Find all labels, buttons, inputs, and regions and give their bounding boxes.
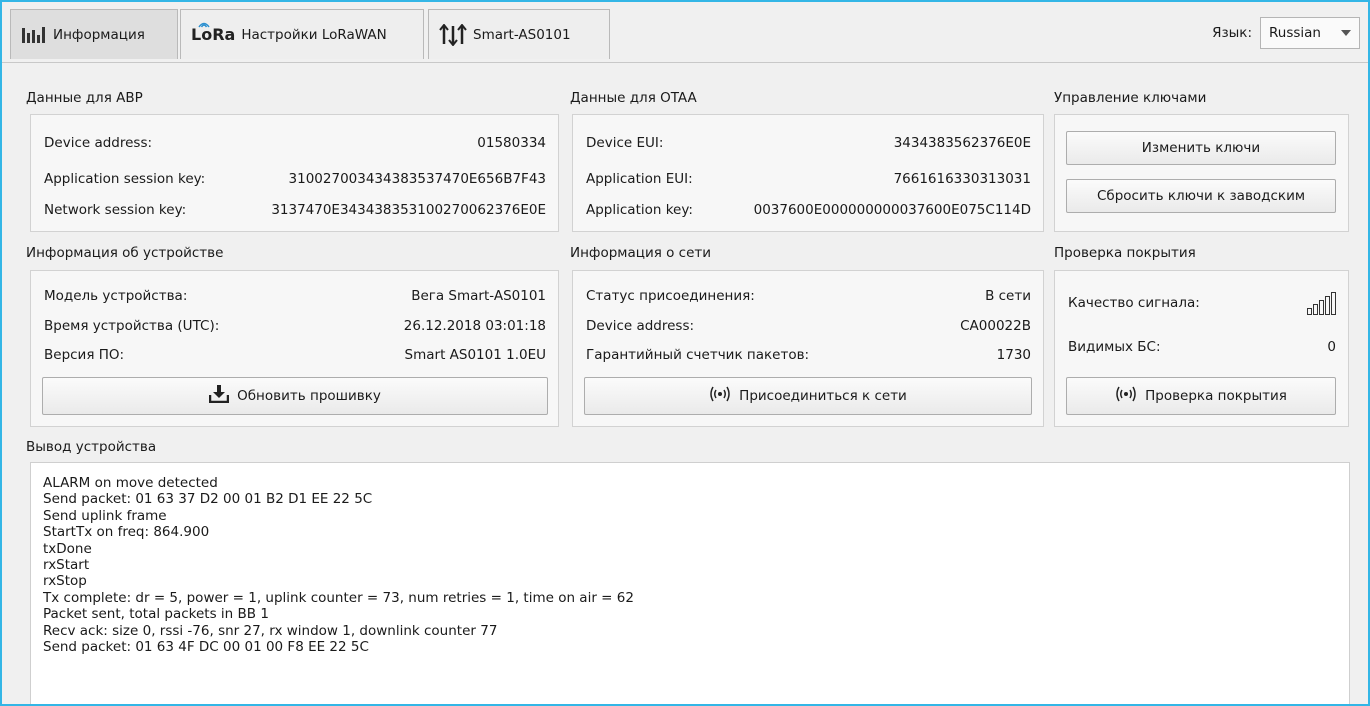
- coverage-check-button[interactable]: Проверка покрытия: [1066, 377, 1336, 415]
- language-value: Russian: [1269, 25, 1321, 41]
- otaa-title: Данные для OTAA: [570, 90, 697, 106]
- update-firmware-button[interactable]: Обновить прошивку: [42, 377, 548, 415]
- log-line: Send packet: 01 63 4F DC 00 01 00 F8 EE …: [43, 639, 369, 656]
- log-line: Send uplink frame: [43, 507, 167, 524]
- lora-logo-icon: LoRa: [191, 22, 235, 44]
- otaa-value: 0037600E000000000037600E075C114D: [753, 202, 1031, 218]
- visible-bs-row: Видимых БС: 0: [1055, 339, 1348, 355]
- device-output-log[interactable]: ALARM on move detected Send packet: 01 6…: [30, 462, 1350, 704]
- network-info-panel: Статус присоединения: В сети Device addr…: [572, 270, 1044, 427]
- otaa-label: Device EUI:: [586, 135, 664, 151]
- visible-bs-label: Видимых БС:: [1068, 339, 1161, 355]
- network-info-label: Статус присоединения:: [586, 288, 755, 304]
- reset-keys-button[interactable]: Сбросить ключи к заводским: [1066, 179, 1336, 213]
- language-label: Язык:: [1212, 25, 1252, 41]
- network-info-row: Гарантийный счетчик пакетов: 1730: [573, 347, 1043, 363]
- output-title: Вывод устройства: [26, 439, 157, 455]
- device-info-value: Smart AS0101 1.0EU: [404, 347, 546, 363]
- device-info-row: Версия ПО: Smart AS0101 1.0EU: [31, 347, 558, 363]
- app-window: Информация LoRa Настройки LoRaWAN Smart-…: [0, 0, 1370, 706]
- device-info-label: Модель устройства:: [44, 288, 188, 304]
- update-firmware-label: Обновить прошивку: [237, 388, 381, 404]
- chevron-down-icon: [1341, 30, 1351, 36]
- reset-keys-label: Сбросить ключи к заводским: [1096, 188, 1306, 204]
- abp-label: Network session key:: [44, 202, 187, 218]
- abp-row: Device address: 01580334: [31, 135, 558, 151]
- log-line: Send packet: 01 63 37 D2 00 01 B2 D1 EE …: [43, 491, 373, 508]
- network-info-row: Device address: CA00022B: [573, 318, 1043, 334]
- broadcast-icon: [1115, 386, 1137, 406]
- tab-information-label: Информация: [53, 26, 145, 43]
- signal-row: Качество сигнала:: [1055, 291, 1348, 315]
- language-dropdown[interactable]: Russian: [1260, 17, 1360, 49]
- signal-quality-label: Качество сигнала:: [1068, 295, 1200, 311]
- abp-label: Device address:: [44, 135, 153, 151]
- network-info-value: CA00022B: [960, 318, 1031, 334]
- otaa-value: 3434383562376E0E: [893, 135, 1031, 151]
- device-info-row: Модель устройства: Вега Smart-AS0101: [31, 288, 558, 304]
- abp-row: Network session key: 3137470E34343835310…: [31, 202, 558, 218]
- keys-title: Управление ключами: [1054, 90, 1207, 106]
- network-info-row: Статус присоединения: В сети: [573, 288, 1043, 304]
- tab-information[interactable]: Информация: [10, 9, 178, 59]
- log-line: txDone: [43, 540, 92, 557]
- log-line: rxStart: [43, 557, 90, 574]
- otaa-row: Device EUI: 3434383562376E0E: [573, 135, 1043, 151]
- coverage-title: Проверка покрытия: [1054, 245, 1196, 261]
- device-info-label: Версия ПО:: [44, 347, 125, 363]
- device-info-label: Время устройства (UTC):: [44, 318, 220, 334]
- network-info-label: Device address:: [586, 318, 695, 334]
- broadcast-icon: [709, 386, 731, 406]
- tab-smart-label: Smart-AS0101: [473, 26, 571, 43]
- change-keys-button[interactable]: Изменить ключи: [1066, 131, 1336, 165]
- otaa-value: 7661616330313031: [893, 171, 1031, 187]
- coverage-check-label: Проверка покрытия: [1145, 388, 1287, 404]
- language-selector: Язык: Russian: [1212, 16, 1360, 50]
- visible-bs-value: 0: [1327, 339, 1336, 355]
- network-info-title: Информация о сети: [570, 245, 712, 261]
- abp-panel: Device address: 01580334 Application ses…: [30, 114, 559, 232]
- change-keys-label: Изменить ключи: [1141, 140, 1261, 156]
- log-line: Packet sent, total packets in BB 1: [43, 606, 269, 623]
- abp-value: 310027003434383537470E656B7F43: [288, 171, 546, 187]
- network-info-label: Гарантийный счетчик пакетов:: [586, 347, 810, 363]
- device-info-row: Время устройства (UTC): 26.12.2018 03:01…: [31, 318, 558, 334]
- keys-panel: Изменить ключи Сбросить ключи к заводски…: [1054, 114, 1349, 232]
- device-info-value: Вега Smart-AS0101: [411, 288, 546, 304]
- device-info-title: Информация об устройстве: [26, 245, 224, 261]
- log-line: rxStop: [43, 573, 87, 590]
- coverage-panel: Качество сигнала: Видимых БС: 0 Проверка…: [1054, 270, 1349, 427]
- network-info-value: В сети: [985, 288, 1031, 304]
- signal-strength-icon: [1307, 291, 1336, 315]
- join-network-button[interactable]: Присоединиться к сети: [584, 377, 1032, 415]
- bar-chart-icon: [21, 25, 47, 45]
- log-line: Recv ack: size 0, rssi -76, snr 27, rx w…: [43, 622, 498, 639]
- abp-row: Application session key: 310027003434383…: [31, 171, 558, 187]
- abp-title: Данные для ABP: [26, 90, 143, 106]
- otaa-row: Application EUI: 7661616330313031: [573, 171, 1043, 187]
- device-info-value: 26.12.2018 03:01:18: [403, 318, 546, 334]
- abp-value: 01580334: [477, 135, 546, 151]
- abp-value: 3137470E343438353100270062376E0E: [271, 202, 546, 218]
- log-line: ALARM on move detected: [43, 475, 218, 491]
- download-icon: [208, 385, 230, 407]
- join-network-label: Присоединиться к сети: [739, 388, 907, 404]
- abp-label: Application session key:: [44, 171, 206, 187]
- tab-lorawan-label: Настройки LoRaWAN: [241, 26, 387, 43]
- otaa-label: Application key:: [586, 202, 693, 218]
- tab-lorawan-settings[interactable]: LoRa Настройки LoRaWAN: [180, 9, 424, 59]
- log-line: Tx complete: dr = 5, power = 1, uplink c…: [43, 589, 634, 606]
- otaa-row: Application key: 0037600E000000000037600…: [573, 202, 1043, 218]
- tab-bar: Информация LoRa Настройки LoRaWAN Smart-…: [2, 2, 1368, 63]
- log-line: StartTx on freq: 864.900: [43, 524, 210, 541]
- sliders-icon: [439, 23, 467, 46]
- otaa-panel: Device EUI: 3434383562376E0E Application…: [572, 114, 1044, 232]
- network-info-value: 1730: [996, 347, 1031, 363]
- device-info-panel: Модель устройства: Вега Smart-AS0101 Вре…: [30, 270, 559, 427]
- tab-smart-as0101[interactable]: Smart-AS0101: [428, 9, 610, 59]
- otaa-label: Application EUI:: [586, 171, 693, 187]
